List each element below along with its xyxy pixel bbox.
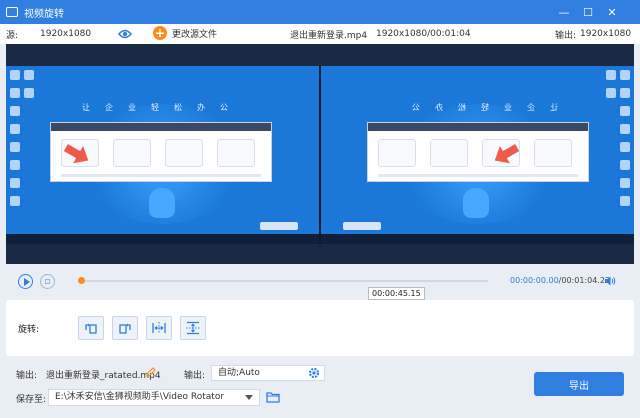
- progress-track[interactable]: [80, 280, 488, 282]
- eye-icon[interactable]: [118, 28, 132, 40]
- desktop-icon: [620, 88, 630, 98]
- app-icon: [6, 7, 18, 17]
- mascot-image: [149, 188, 175, 218]
- desktop-icon: [10, 70, 20, 80]
- file-name: 退出重新登录.mp4: [290, 30, 368, 41]
- gear-icon[interactable]: [308, 367, 320, 379]
- desktop-icon: [10, 196, 20, 206]
- change-source-label: 更改源文件: [172, 29, 218, 40]
- save-path-select[interactable]: E:\沐禾安信\金狮视频助手\Video Rotator: [48, 389, 260, 406]
- slogan-text: 让企业轻松办公: [82, 103, 243, 112]
- file-info: 1920x1080/00:01:04: [376, 29, 471, 39]
- desktop-icon: [24, 70, 34, 80]
- desktop-icon: [606, 88, 616, 98]
- app-window-screenshot: [367, 122, 589, 182]
- player-controls: 00:00:00.00/00:01:04.23: [0, 268, 640, 296]
- video-preview: 让企业轻松办公 让企业轻松办公: [6, 44, 634, 264]
- change-source-button[interactable]: + 更改源文件: [153, 26, 217, 40]
- time-display: 00:00:00.00/00:01:04.23: [510, 276, 611, 285]
- folder-icon[interactable]: [266, 390, 280, 403]
- desktop-icon: [606, 70, 616, 80]
- stop-icon: [45, 279, 50, 284]
- window-title: 视频旋转: [24, 8, 64, 20]
- save-path: E:\沐禾安信\金狮视频助手\Video Rotator: [55, 392, 225, 402]
- rotate-right-icon: [119, 323, 131, 334]
- chevron-down-icon: [245, 395, 253, 400]
- desktop-icon: [10, 160, 20, 170]
- volume-icon[interactable]: [604, 275, 616, 287]
- minimize-button[interactable]: —: [552, 0, 576, 24]
- current-time: 00:00:00.00: [510, 276, 559, 285]
- taskbar: [6, 234, 319, 244]
- slogan-text-mirrored: 让企业轻松办公: [397, 103, 558, 112]
- flip-vertical-button[interactable]: [180, 316, 206, 340]
- desktop-icon: [620, 196, 630, 206]
- desktop-icon: [620, 178, 630, 188]
- total-time: 00:01:04.23: [561, 276, 611, 285]
- play-button[interactable]: [18, 274, 33, 289]
- desktop-icon: [620, 142, 630, 152]
- close-button[interactable]: ✕: [600, 0, 624, 24]
- title-bar: 视频旋转: [0, 0, 640, 24]
- edit-pencil-icon[interactable]: [146, 367, 156, 377]
- source-resolution: 1920x1080: [40, 29, 92, 39]
- flip-horizontal-icon: [152, 322, 166, 334]
- desktop-icon: [620, 160, 630, 170]
- output-format-label: 输出:: [184, 371, 206, 381]
- desktop-icon: [620, 70, 630, 80]
- mascot-image: [463, 188, 489, 218]
- notification-popup: [343, 222, 381, 230]
- flip-vertical-icon: [186, 321, 200, 335]
- rotate-right-button[interactable]: [112, 316, 138, 340]
- output-settings: 输出: 退出重新登录_ratated.mp4 输出: 自动;Auto 保存至: …: [6, 360, 634, 414]
- info-bar: 源: 1920x1080 + 更改源文件 退出重新登录.mp4 1920x108…: [0, 24, 640, 44]
- desktop-icon: [24, 88, 34, 98]
- stop-button[interactable]: [40, 274, 55, 289]
- rotate-left-button[interactable]: [78, 316, 104, 340]
- output-name-label: 输出:: [16, 371, 38, 381]
- desktop-icon: [10, 88, 20, 98]
- output-resolution: 1920x1080: [580, 29, 632, 39]
- export-button[interactable]: 导出: [534, 372, 624, 396]
- rotation-label: 旋转:: [18, 325, 40, 335]
- desktop-icon: [10, 178, 20, 188]
- output-preview: 让企业轻松办公: [321, 66, 634, 244]
- desktop-icon: [10, 124, 20, 134]
- save-to-label: 保存至:: [16, 395, 47, 405]
- desktop-icon: [10, 142, 20, 152]
- source-preview: 让企业轻松办公: [6, 66, 319, 244]
- play-icon: [23, 277, 30, 286]
- rotation-panel: 旋转:: [6, 300, 634, 356]
- notification-popup: [260, 222, 298, 230]
- progress-handle[interactable]: [78, 277, 85, 284]
- output-filename: 退出重新登录_ratated.mp4: [46, 371, 161, 381]
- maximize-button[interactable]: ☐: [576, 0, 600, 24]
- rotate-left-icon: [85, 323, 97, 334]
- plus-icon: +: [153, 26, 167, 40]
- source-label: 源:: [6, 30, 19, 41]
- taskbar: [321, 234, 634, 244]
- output-resolution-label: 输出:: [555, 30, 577, 41]
- desktop-icon: [620, 124, 630, 134]
- flip-horizontal-button[interactable]: [146, 316, 172, 340]
- hover-time-tooltip: 00:00:45.15: [368, 287, 425, 300]
